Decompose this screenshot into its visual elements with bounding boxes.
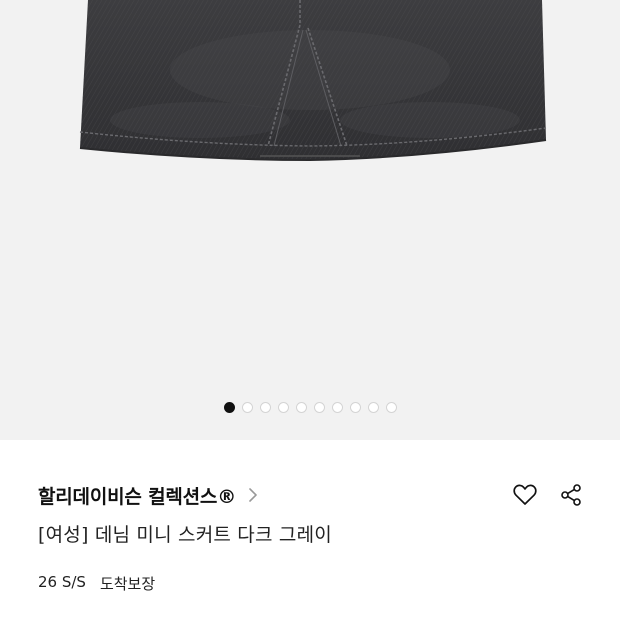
product-meta: 26 S/S 도착보장 — [38, 573, 155, 594]
page-dot[interactable] — [331, 401, 343, 413]
product-image-gallery[interactable] — [0, 0, 620, 440]
page-dot[interactable] — [277, 401, 289, 413]
delivery-badge: 도착보장 — [99, 575, 156, 593]
brand-link[interactable]: 할리데이비슨 컬렉션스® — [38, 482, 258, 508]
page-dot[interactable] — [259, 401, 271, 413]
product-actions — [512, 482, 584, 508]
page-indicator[interactable] — [0, 400, 620, 414]
product-image — [79, 0, 547, 162]
chevron-right-icon[interactable] — [248, 487, 258, 503]
page-dot[interactable] — [241, 401, 253, 413]
season-label: 26 S/S — [38, 573, 86, 591]
product-info-panel: 할리데이비슨 컬렉션스® [여성] 데님 미니 스커트 다크 그레이 26 S/… — [0, 440, 620, 620]
page-dot[interactable] — [367, 401, 379, 413]
product-name: [여성] 데님 미니 스커트 다크 그레이 — [38, 524, 332, 546]
page-dot[interactable] — [349, 401, 361, 413]
page-dot[interactable] — [295, 401, 307, 413]
heart-outline-icon[interactable] — [512, 482, 538, 508]
brand-name[interactable]: 할리데이비슨 컬렉션스® — [38, 482, 236, 509]
page-dot[interactable] — [313, 401, 325, 413]
page-dot[interactable] — [385, 401, 397, 413]
page-dot[interactable] — [223, 401, 235, 413]
share-icon[interactable] — [558, 482, 584, 508]
